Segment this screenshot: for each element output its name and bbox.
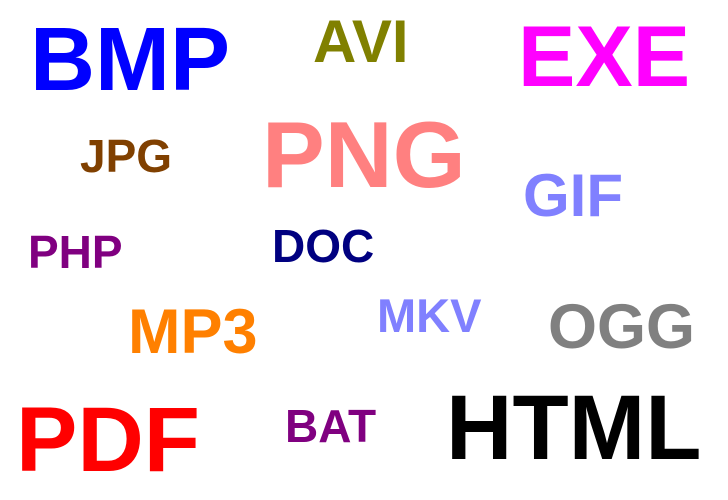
word-gif: GIF xyxy=(523,162,623,229)
word-html: HTML xyxy=(446,377,702,479)
word-bat: BAT xyxy=(285,400,377,452)
word-avi: AVI xyxy=(313,8,409,75)
word-mkv: MKV xyxy=(377,289,482,342)
word-ogg: OGG xyxy=(548,292,696,362)
word-bmp: BMP xyxy=(30,10,230,110)
word-exe: EXE xyxy=(518,9,691,105)
word-php: PHP xyxy=(28,226,123,278)
word-mp3: MP3 xyxy=(128,297,258,367)
word-doc: DOC xyxy=(272,220,375,272)
word-pdf: PDF xyxy=(16,389,200,491)
word-png: PNG xyxy=(262,102,466,207)
word-jpg: JPG xyxy=(80,130,173,182)
word-cloud-canvas: BMP AVI EXE JPG PNG GIF PHP DOC MP3 MKV … xyxy=(0,0,728,500)
